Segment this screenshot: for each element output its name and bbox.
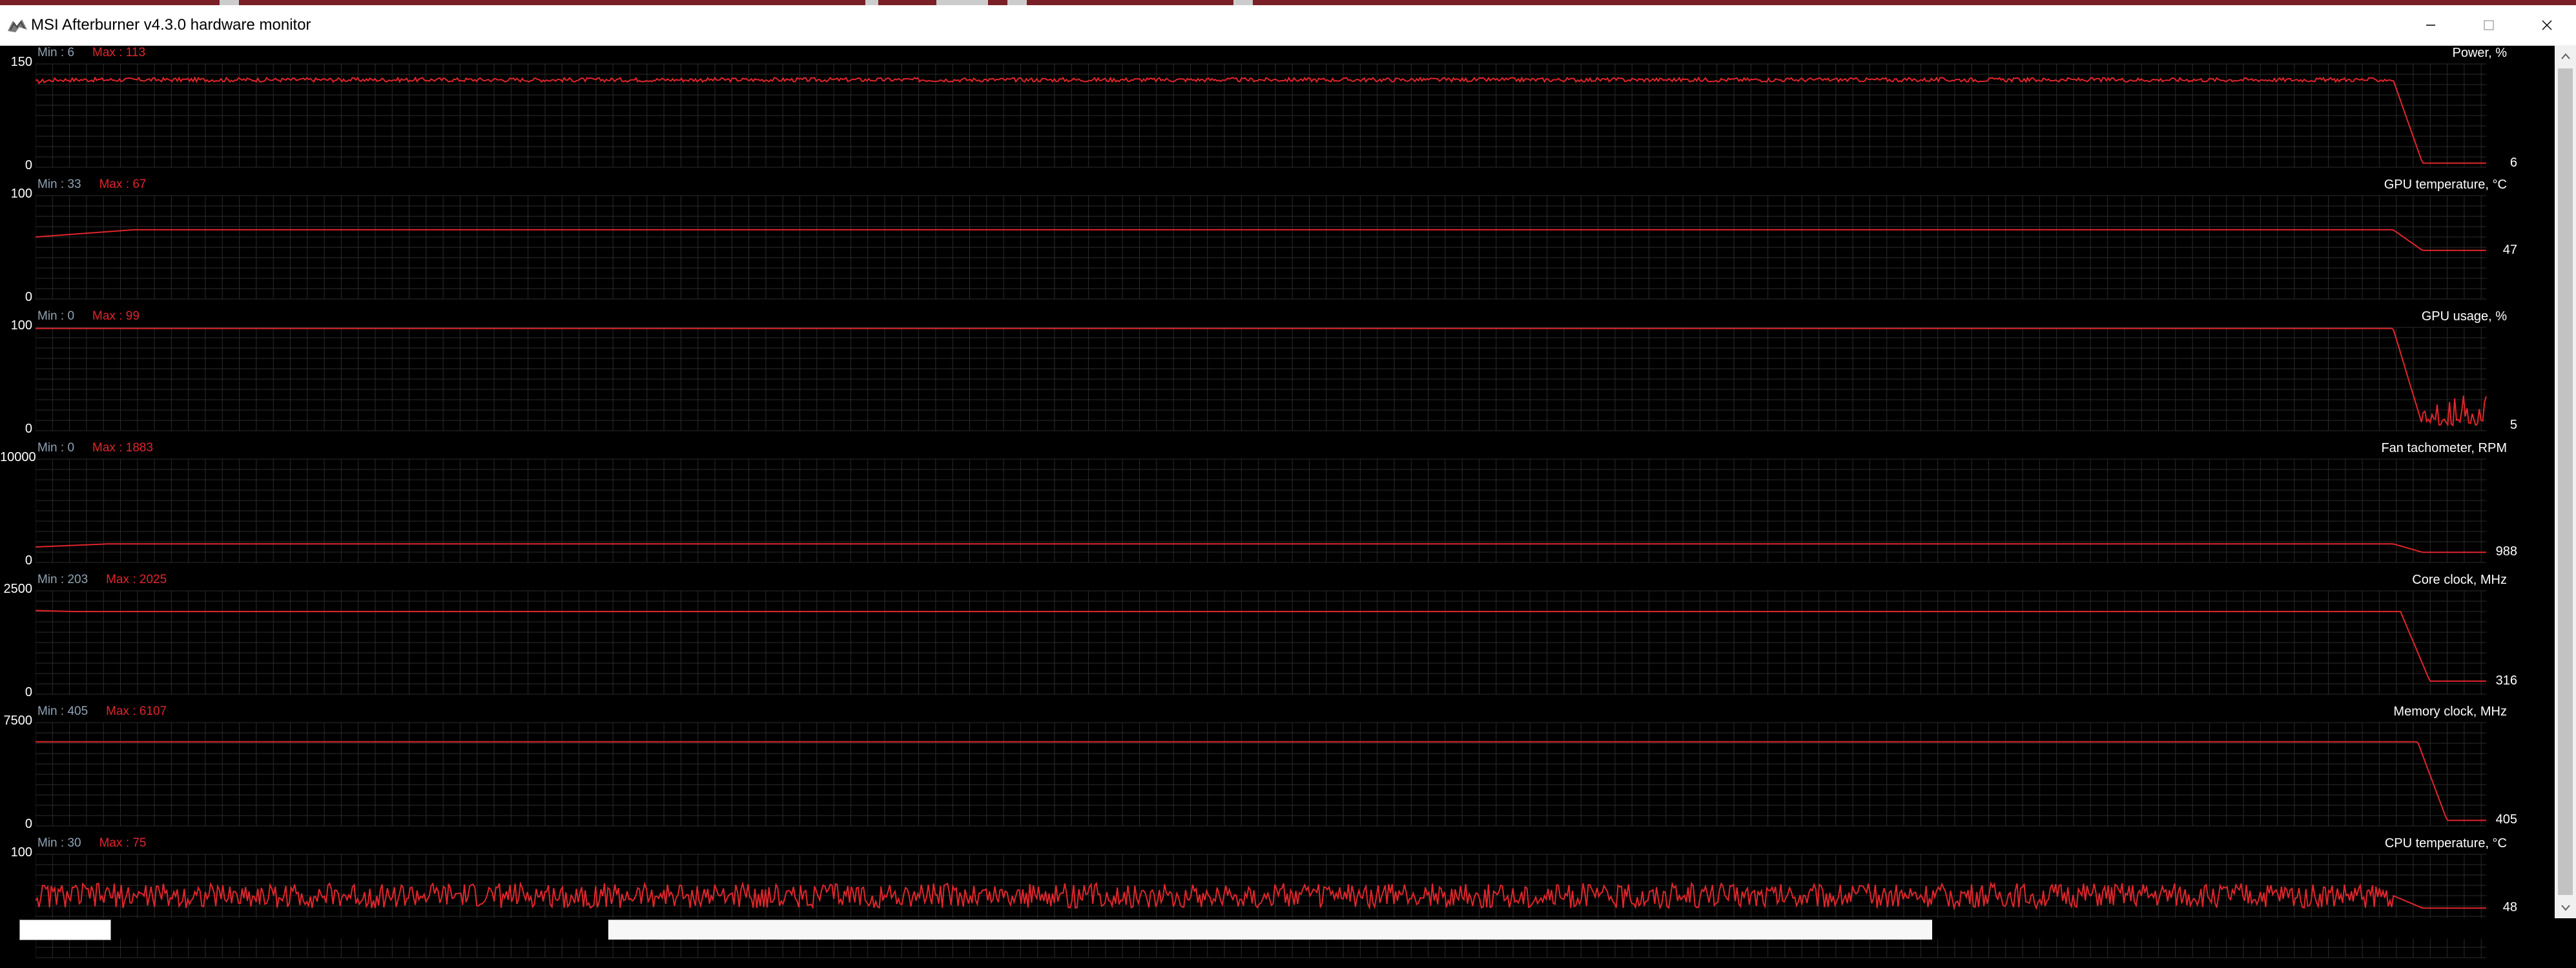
background-window — [608, 920, 1932, 940]
y-axis-max-label: 10000 — [0, 450, 36, 464]
graph-grid — [36, 722, 2486, 827]
maximize-button[interactable] — [2460, 5, 2518, 45]
y-axis-max-label: 100 — [10, 318, 32, 333]
graph-line — [36, 610, 2486, 682]
y-axis-min-label: 0 — [25, 422, 32, 436]
vertical-scrollbar[interactable] — [2555, 45, 2576, 918]
graph-grid — [36, 590, 2486, 695]
y-axis-min-label: 0 — [25, 817, 32, 831]
background-windows-strip — [0, 918, 2576, 940]
graph-line — [36, 76, 2486, 164]
scroll-up-button[interactable] — [2555, 45, 2576, 67]
current-value-label: 6 — [2509, 155, 2517, 170]
close-icon — [2542, 20, 2552, 30]
y-axis-min-label: 0 — [25, 158, 32, 172]
graph-plot — [36, 195, 2486, 300]
y-axis-min-label: 0 — [25, 685, 32, 699]
graph-panel[interactable]: 100 0 Min : 0 Max : 99 GPU usage, % 5 — [0, 309, 2555, 441]
graph-plot — [36, 722, 2486, 827]
window-titlebar[interactable]: MSI Afterburner v4.3.0 hardware monitor — [0, 5, 2576, 46]
graph-panel[interactable]: 100 Min : 30 Max : 75 CPU temperature, °C 48 — [0, 836, 2555, 968]
current-value-label: 48 — [2502, 900, 2517, 915]
graph-panel[interactable]: 2500 0 Min : 203 Max : 2025 Core clock, MHz 3… — [0, 573, 2555, 705]
scroll-down-button[interactable] — [2555, 897, 2576, 918]
graph-panel[interactable]: 100 0 Min : 33 Max : 67 GPU temperature, °C 4… — [0, 178, 2555, 309]
maximize-icon — [2484, 20, 2494, 30]
y-axis-max-label: 7500 — [3, 714, 33, 728]
graph-panel[interactable]: 10000 0 Min : 0 Max : 1883 Fan tachometer, R… — [0, 441, 2555, 573]
graph-grid — [36, 458, 2486, 563]
current-value-label: 5 — [2509, 418, 2517, 432]
background-taskbar-strip — [0, 0, 2576, 5]
graph-plot — [36, 590, 2486, 695]
y-axis-max-label: 100 — [10, 187, 32, 201]
window-title: MSI Afterburner v4.3.0 hardware monitor — [31, 16, 311, 34]
scroll-thumb[interactable] — [2558, 68, 2573, 895]
minimize-button[interactable] — [2402, 5, 2460, 45]
graph-grid — [36, 854, 2486, 958]
graph-grid — [36, 195, 2486, 300]
y-axis-max-label: 100 — [10, 845, 32, 860]
current-value-label: 316 — [2495, 673, 2517, 688]
y-axis-max-label: 150 — [10, 55, 32, 69]
graph-plot — [36, 854, 2486, 958]
graph-plot — [36, 458, 2486, 563]
y-axis-max-label: 2500 — [3, 582, 33, 596]
current-value-label: 47 — [2502, 242, 2517, 257]
chevron-down-icon — [2561, 904, 2570, 911]
graph-plot — [36, 63, 2486, 168]
minimize-icon — [2426, 25, 2435, 26]
y-axis-min-label: 0 — [25, 553, 32, 568]
graph-panel[interactable]: 7500 0 Min : 405 Max : 6107 Memory clock, MH… — [0, 705, 2555, 836]
afterburner-app-icon — [8, 19, 27, 32]
chevron-up-icon — [2561, 52, 2570, 59]
background-window — [19, 920, 111, 940]
graph-line — [36, 327, 2487, 427]
graph-panel[interactable]: 150 0 Min : 6 Max : 113 Power, % 6 — [0, 46, 2555, 178]
close-button[interactable] — [2518, 5, 2576, 45]
hardware-monitor-graphs[interactable]: 150 0 Min : 6 Max : 113 Power, % 6 100 0 Min : 3… — [0, 46, 2555, 958]
current-value-label: 405 — [2495, 812, 2517, 827]
current-value-label: 988 — [2495, 544, 2517, 559]
y-axis-min-label: 0 — [25, 290, 32, 304]
graph-plot — [36, 327, 2487, 431]
graph-line — [36, 543, 2486, 553]
graph-grid — [36, 327, 2486, 431]
